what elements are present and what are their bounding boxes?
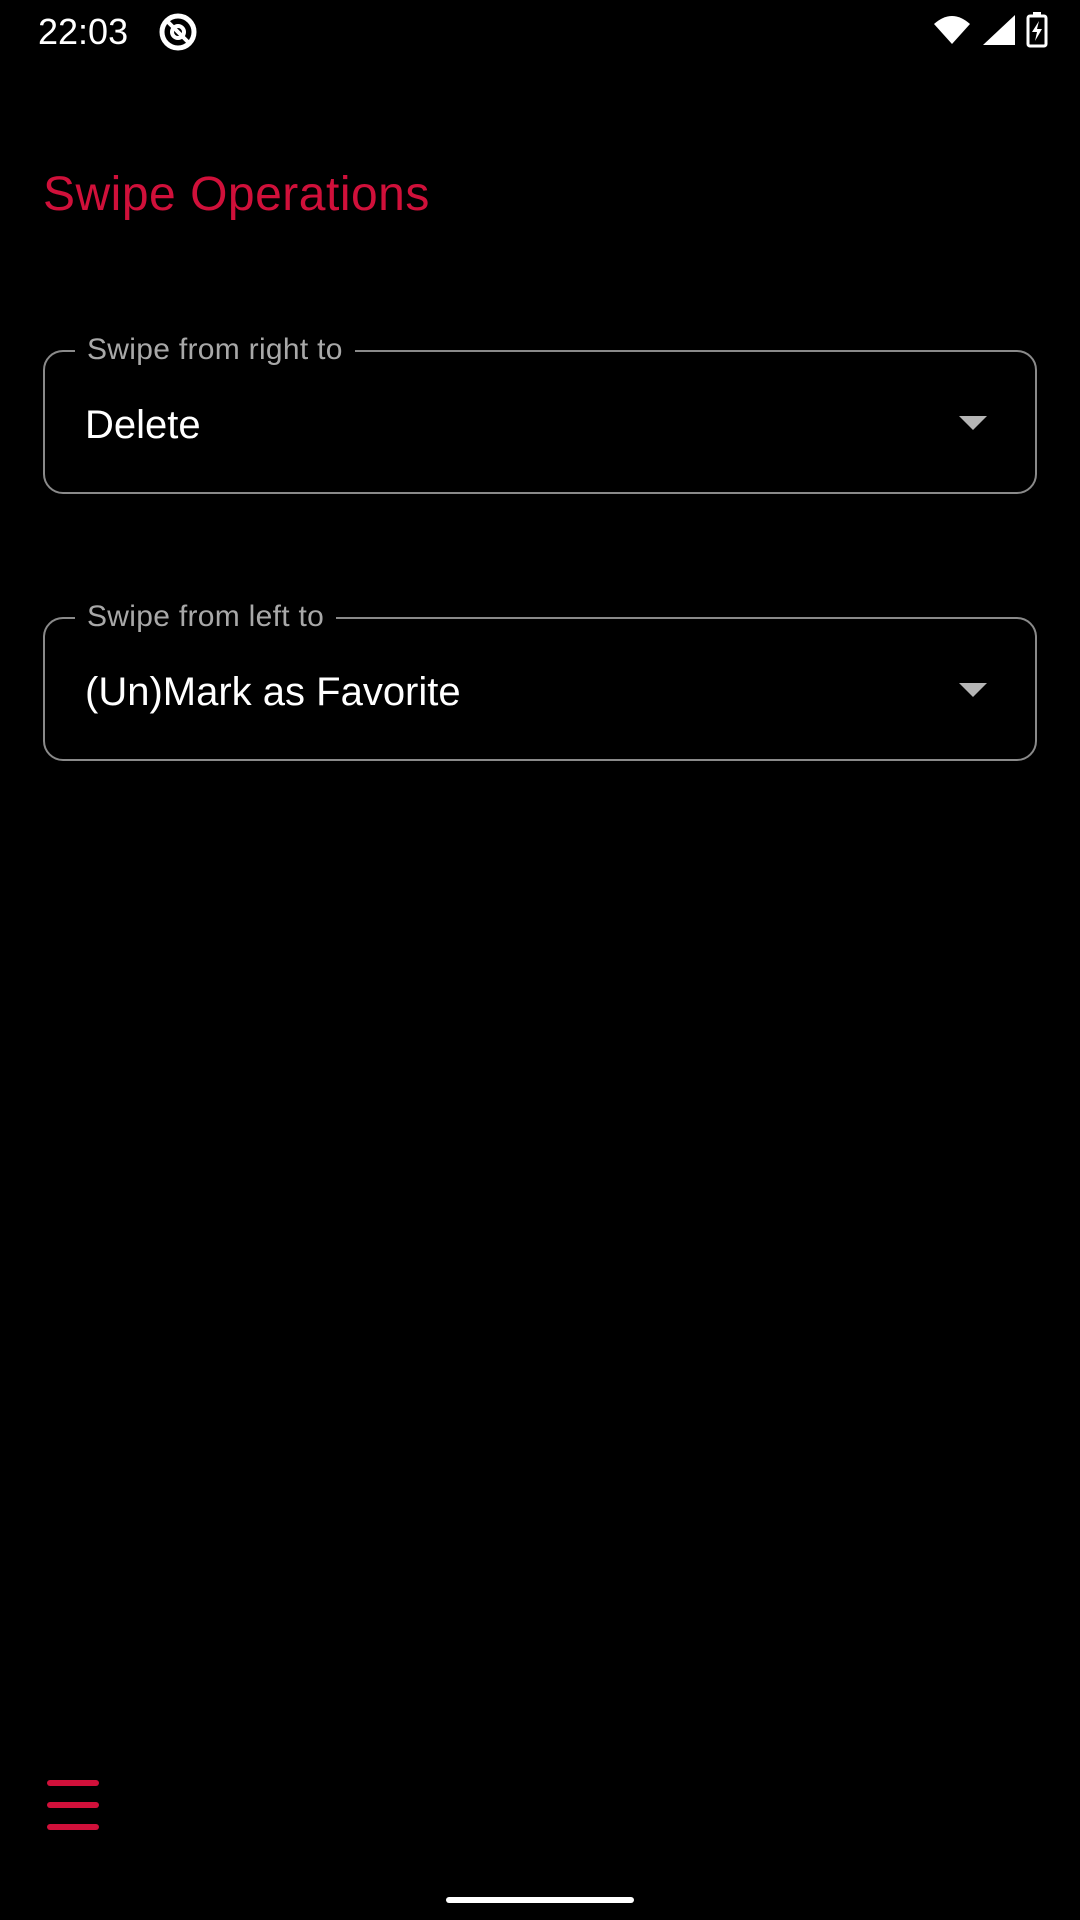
status-time: 22:03 — [38, 11, 129, 52]
dropdown-arrow-icon — [959, 683, 987, 697]
menu-line — [47, 1802, 99, 1808]
swipe-left-label: Swipe from left to — [75, 599, 337, 635]
swipe-left-dropdown[interactable]: Swipe from left to (Un)Mark as Favorite — [43, 599, 1037, 761]
page-title: Swipe Operations — [43, 168, 430, 221]
hamburger-menu-icon[interactable] — [40, 1772, 108, 1838]
at-sign-icon — [158, 12, 198, 52]
battery-charging-icon — [1026, 11, 1048, 53]
cellular-signal-icon — [982, 14, 1016, 51]
dropdown-arrow-icon — [959, 416, 987, 430]
swipe-right-dropdown[interactable]: Swipe from right to Delete — [43, 332, 1037, 494]
swipe-right-value: Delete — [85, 403, 201, 447]
wifi-icon — [932, 14, 972, 51]
swipe-right-label: Swipe from right to — [75, 332, 355, 368]
menu-line — [47, 1780, 99, 1786]
status-icons — [932, 11, 1048, 53]
swipe-left-value: (Un)Mark as Favorite — [85, 670, 461, 714]
status-bar: 22:03 — [0, 0, 1080, 63]
menu-line — [47, 1824, 99, 1830]
home-indicator[interactable] — [446, 1897, 634, 1903]
